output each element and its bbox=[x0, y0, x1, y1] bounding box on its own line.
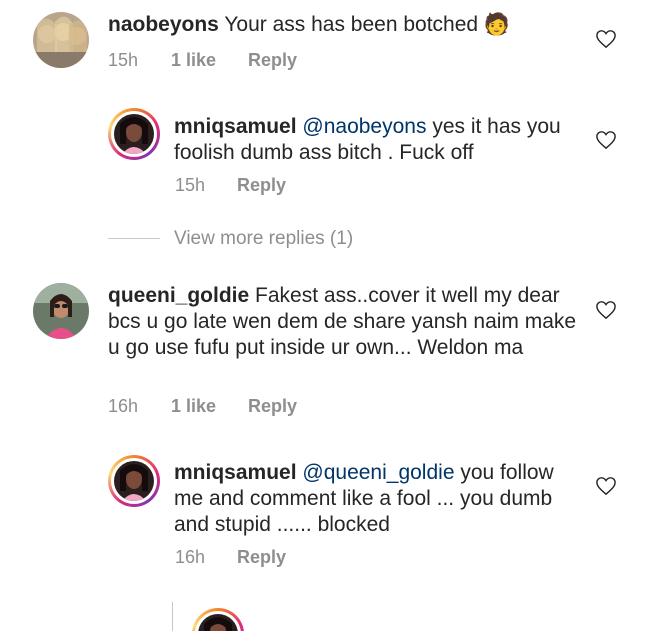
like-count[interactable]: 1 like bbox=[171, 396, 248, 417]
mention-link[interactable]: @naobeyons bbox=[302, 115, 426, 138]
view-more-replies-link[interactable]: View more replies (1) bbox=[174, 228, 353, 250]
avatar[interactable] bbox=[33, 283, 89, 339]
comment-text: Your ass has been botched 🧑 bbox=[224, 13, 511, 36]
comment-meta: 16h 1 like Reply bbox=[108, 396, 297, 417]
reply-button[interactable]: Reply bbox=[237, 547, 286, 568]
replies-divider bbox=[108, 238, 160, 239]
comment-body: mniqsamuel @queeni_goldie you follow me … bbox=[174, 460, 586, 538]
comment-body: naobeyons Your ass has been botched 🧑 bbox=[108, 12, 588, 38]
comment-time: 15h bbox=[108, 50, 139, 70]
comment-meta: 15h Reply bbox=[175, 175, 286, 196]
heart-outline-icon[interactable] bbox=[595, 300, 617, 320]
reply-button[interactable]: Reply bbox=[248, 50, 297, 71]
comment-time: 15h bbox=[175, 175, 206, 195]
heart-outline-icon[interactable] bbox=[595, 130, 617, 150]
comment-time: 16h bbox=[108, 396, 139, 416]
avatar[interactable] bbox=[108, 455, 160, 507]
comment-username[interactable]: naobeyons bbox=[108, 13, 219, 36]
heart-outline-icon[interactable] bbox=[595, 29, 617, 49]
reply-button[interactable]: Reply bbox=[248, 396, 297, 417]
thread-line bbox=[172, 602, 173, 631]
avatar[interactable] bbox=[33, 12, 89, 68]
comment-meta: 15h 1 like Reply bbox=[108, 50, 297, 71]
comment-username[interactable]: mniqsamuel bbox=[174, 461, 297, 484]
comment-username[interactable]: queeni_goldie bbox=[108, 284, 249, 307]
reply-button[interactable]: Reply bbox=[237, 175, 286, 196]
comment-body: mniqsamuel @naobeyons yes it has you foo… bbox=[174, 114, 586, 166]
heart-outline-icon[interactable] bbox=[595, 476, 617, 496]
mention-link[interactable]: @queeni_goldie bbox=[302, 461, 454, 484]
comment-meta: 16h Reply bbox=[175, 547, 286, 568]
comment-time: 16h bbox=[175, 547, 206, 567]
avatar[interactable] bbox=[192, 608, 244, 631]
comment-username[interactable]: mniqsamuel bbox=[174, 115, 297, 138]
comment-body: queeni_goldie Fakest ass..cover it well … bbox=[108, 283, 578, 361]
avatar[interactable] bbox=[108, 108, 160, 160]
like-count[interactable]: 1 like bbox=[171, 50, 248, 71]
